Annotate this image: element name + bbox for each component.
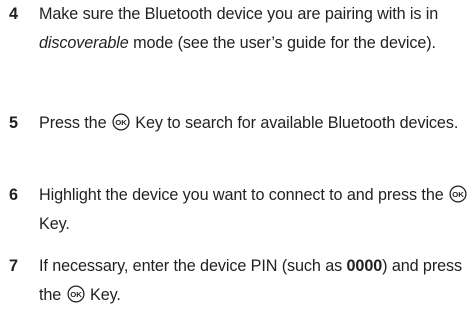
- step-text: Make sure the Bluetooth device you are p…: [39, 0, 471, 57]
- step-text-part: mode (see the user’s guide for the devic…: [128, 33, 436, 52]
- step-text: If necessary, enter the device PIN (such…: [39, 252, 471, 309]
- step-text-part: Key.: [85, 285, 121, 304]
- step-text-part: Press the: [39, 114, 111, 132]
- step-number: 5: [9, 114, 19, 132]
- step-text-part: If necessary, enter the device PIN (such…: [39, 257, 347, 275]
- ok-key-label: OK: [452, 190, 464, 199]
- step-text: Highlight the device you want to connect…: [39, 181, 471, 238]
- step-number: 6: [9, 186, 19, 204]
- ok-key-icon: OK: [67, 284, 85, 303]
- pin-example: 0000: [346, 257, 383, 275]
- ok-key-label: OK: [70, 289, 82, 298]
- emphasis-term: discoverable: [39, 33, 129, 52]
- step-text-part: Key to search for available Bluetooth de…: [130, 114, 459, 132]
- step-text-part: Key.: [39, 214, 70, 233]
- step-number: 4: [9, 5, 19, 23]
- step-text: Press the OK Key to search for available…: [39, 109, 471, 138]
- step-text-part: Make sure the Bluetooth device you are p…: [39, 5, 439, 23]
- ok-key-icon: OK: [112, 113, 130, 131]
- ok-key-icon: OK: [449, 185, 467, 203]
- step-number: 7: [9, 257, 19, 275]
- step-text-part: Highlight the device you want to connect…: [39, 186, 449, 204]
- ok-key-label: OK: [115, 118, 127, 127]
